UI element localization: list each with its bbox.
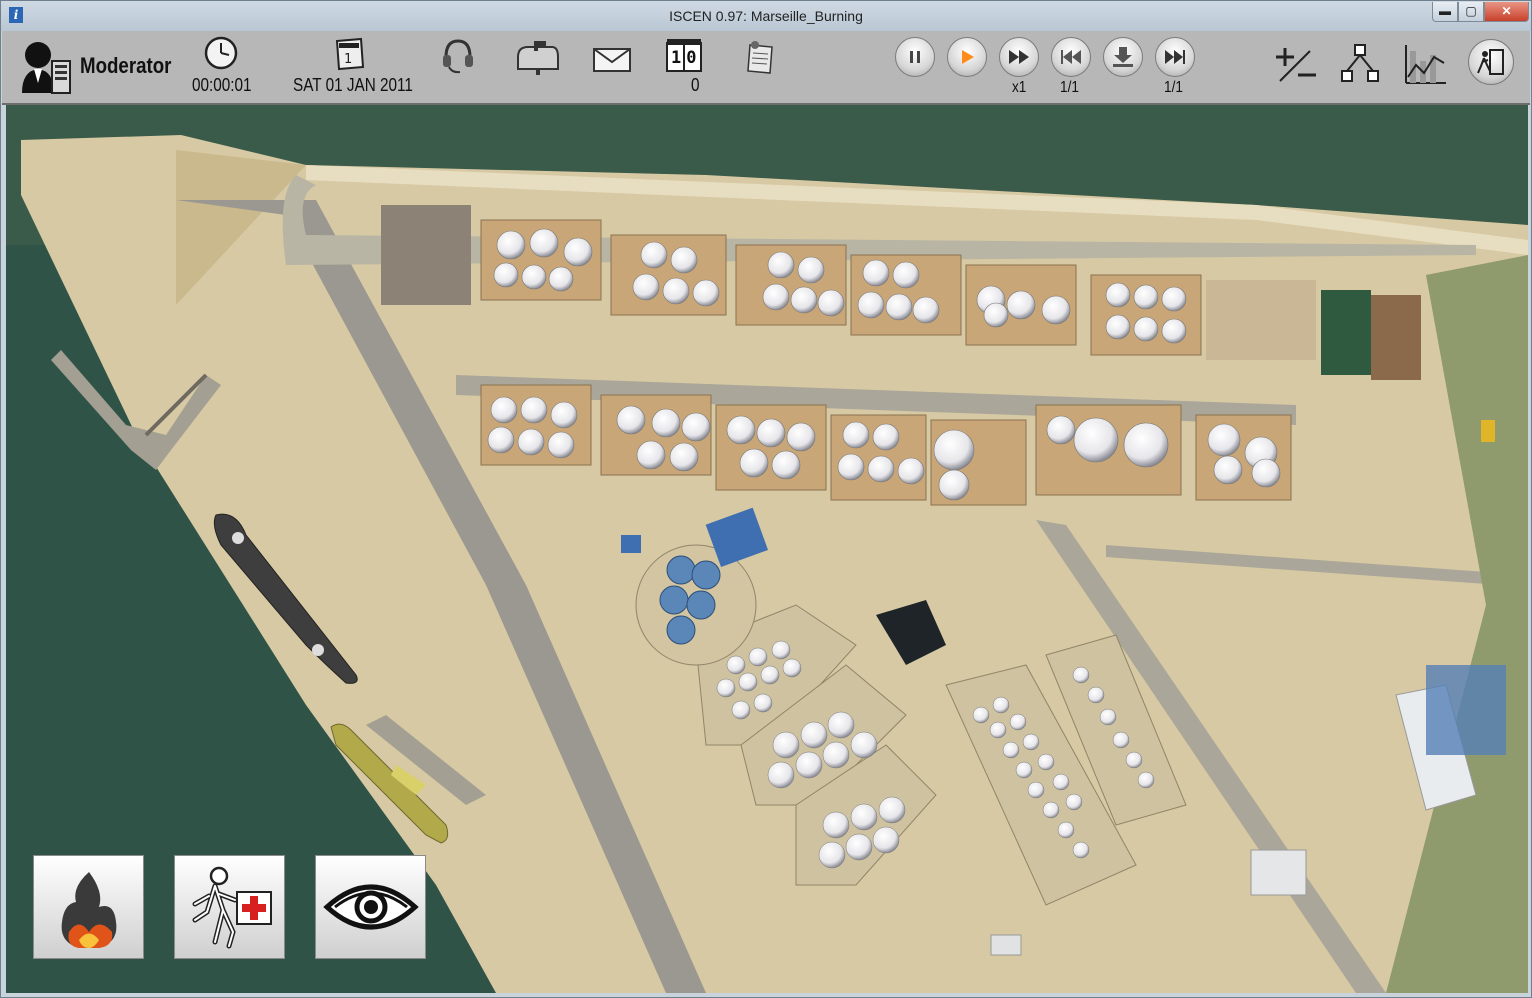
plus-minus-icon[interactable] xyxy=(1272,45,1318,85)
toolbar: Moderator 00:00:01 1 SAT 01 JAN 2011 10 … xyxy=(2,31,1530,105)
eye-icon xyxy=(322,884,419,930)
play-button[interactable] xyxy=(947,37,987,77)
title-bar[interactable]: i ISCEN 0.97: Marseille_Burning ▬ ▢ ✕ xyxy=(1,1,1531,31)
fast-forward-button[interactable] xyxy=(999,37,1039,77)
download-button[interactable] xyxy=(1103,37,1143,77)
skip-forward-icon xyxy=(1165,50,1185,64)
maximize-button[interactable]: ▢ xyxy=(1458,2,1484,22)
clock-icon[interactable] xyxy=(204,36,238,70)
fire-button[interactable] xyxy=(33,855,144,959)
calendar-icon[interactable]: 1 xyxy=(333,35,365,71)
role-label: Moderator xyxy=(80,53,172,78)
pause-button[interactable] xyxy=(895,37,935,77)
svg-text:1: 1 xyxy=(344,52,352,67)
download-icon xyxy=(1113,47,1133,67)
exit-button[interactable] xyxy=(1468,39,1514,85)
app-window: i ISCEN 0.97: Marseille_Burning ▬ ▢ ✕ Mo… xyxy=(0,0,1532,998)
speed-label: x1 xyxy=(1012,79,1027,96)
event-counter: 0 xyxy=(691,75,700,95)
exit-icon xyxy=(1477,49,1504,75)
headset-icon[interactable] xyxy=(440,37,476,75)
play-icon xyxy=(962,50,974,64)
notes-icon[interactable] xyxy=(742,37,778,75)
network-icon[interactable] xyxy=(1340,43,1382,85)
current-date: SAT 01 JAN 2011 xyxy=(293,75,413,95)
elapsed-time: 00:00:01 xyxy=(192,75,252,95)
fast-forward-icon xyxy=(1009,50,1029,64)
counter-icon-label: 10 xyxy=(671,48,702,68)
counter-icon[interactable]: 10 xyxy=(665,37,703,73)
minimize-button[interactable]: ▬ xyxy=(1432,2,1458,22)
rewind-step: 1/1 xyxy=(1060,79,1079,96)
rewind-icon xyxy=(1061,50,1081,64)
close-button[interactable]: ✕ xyxy=(1484,2,1529,22)
injured-person-icon xyxy=(192,866,272,949)
forward-step: 1/1 xyxy=(1164,79,1183,96)
mailbox-icon[interactable] xyxy=(514,39,560,75)
envelope-icon[interactable] xyxy=(592,45,632,73)
observe-button[interactable] xyxy=(315,855,426,959)
moderator-avatar-icon[interactable] xyxy=(16,37,72,95)
fire-icon xyxy=(61,872,116,948)
pause-icon xyxy=(910,51,920,63)
window-title: ISCEN 0.97: Marseille_Burning xyxy=(669,8,863,24)
casualty-button[interactable] xyxy=(174,855,285,959)
skip-forward-button[interactable] xyxy=(1155,37,1195,77)
rewind-button[interactable] xyxy=(1051,37,1091,77)
chart-icon[interactable] xyxy=(1402,43,1448,85)
